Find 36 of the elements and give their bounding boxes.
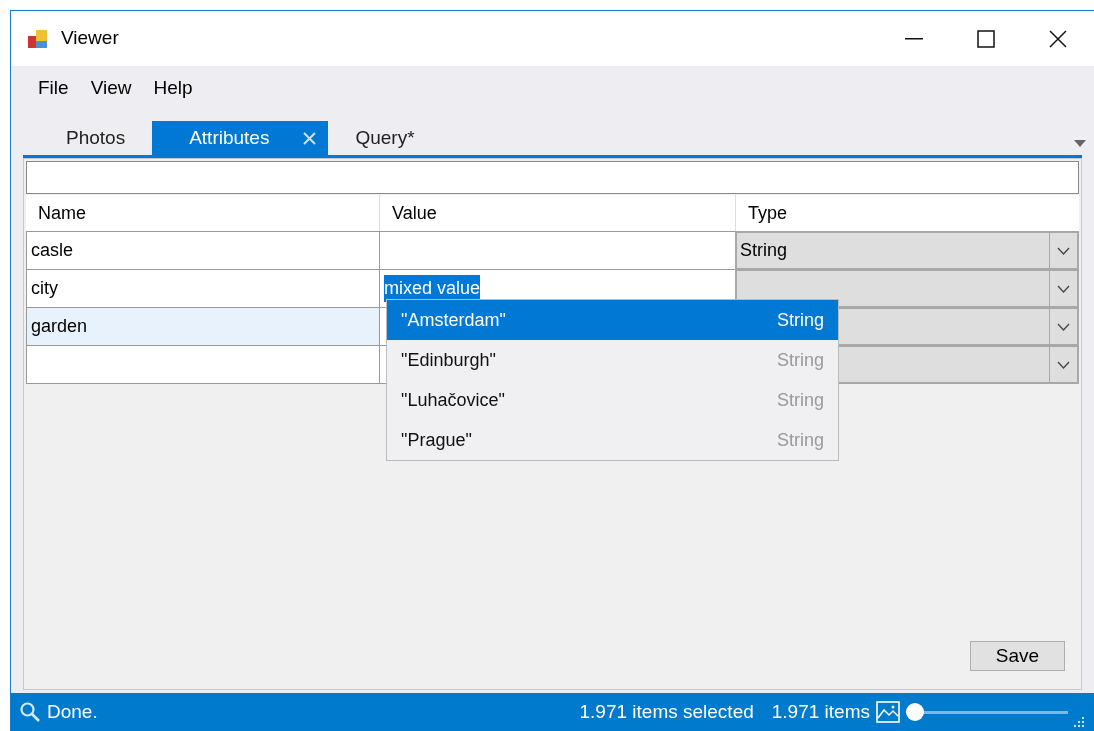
item-count: 1.971 items	[771, 699, 870, 724]
menu-item[interactable]: File	[28, 74, 79, 103]
suggestion-item[interactable]: "Amsterdam" String	[387, 300, 838, 340]
chevron-down-icon	[1057, 284, 1070, 293]
maximize-icon	[977, 29, 995, 48]
suggestion-item[interactable]: "Prague" String	[387, 420, 838, 460]
suggestion-item[interactable]: "Luhačovice" String	[387, 380, 838, 420]
tab[interactable]: Attributes	[152, 121, 329, 155]
search-icon	[19, 701, 41, 723]
column-header[interactable]: Value	[379, 195, 735, 231]
type-dropdown[interactable]: String	[735, 231, 1079, 270]
tab[interactable]: Query*	[328, 121, 442, 155]
chevron-down-icon	[1057, 246, 1070, 255]
table-cell: city	[26, 270, 379, 307]
image-icon	[876, 701, 900, 723]
minimize-icon	[905, 37, 923, 40]
filter-field[interactable]	[26, 161, 1079, 194]
table-cell: casle	[26, 232, 379, 269]
chevron-down-icon	[1057, 322, 1070, 331]
save-button[interactable]: Save	[970, 641, 1065, 671]
selected-count: 1.971 items selected	[579, 699, 754, 724]
window-title: Viewer	[61, 26, 119, 51]
suggestion-item[interactable]: "Edinburgh" String	[387, 340, 838, 380]
zoom-slider[interactable]	[904, 702, 1068, 722]
menu-item[interactable]: View	[80, 74, 142, 103]
tab-list-arrow-icon[interactable]	[1074, 140, 1086, 147]
menu-item[interactable]: Help	[143, 74, 203, 103]
status-text: Done.	[47, 699, 98, 724]
chevron-down-icon	[1057, 360, 1070, 369]
close-tab-icon[interactable]	[303, 131, 317, 145]
tab[interactable]: Photos	[39, 121, 153, 155]
close-icon	[1049, 29, 1067, 48]
table-cell: garden	[26, 308, 379, 345]
app-icon	[27, 27, 49, 50]
resize-grip-icon[interactable]	[1074, 717, 1084, 727]
column-header[interactable]: Name	[26, 195, 379, 231]
